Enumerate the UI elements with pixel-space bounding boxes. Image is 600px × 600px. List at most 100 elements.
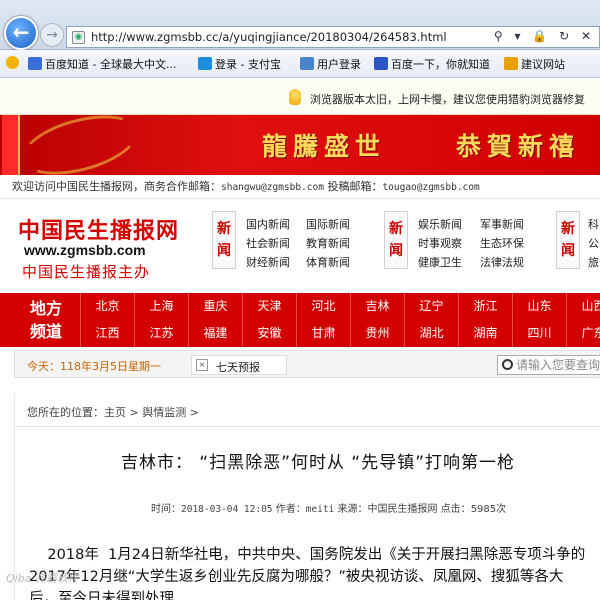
paw-icon [374, 57, 388, 70]
favorites-bar: 百度知道 - 全球最大中文... 登录 - 支付宝 用户登录 百度一下，你就知道… [0, 50, 600, 78]
site-logo-url[interactable]: www.zgmsbb.com [24, 242, 146, 258]
favorite-item-alipay[interactable]: 登录 - 支付宝 [198, 56, 281, 72]
article-source: 中国民生播报网 [367, 504, 438, 515]
region-link[interactable]: 重庆 [188, 293, 242, 320]
news-link[interactable]: 社会新闻 [246, 234, 290, 253]
news-link[interactable]: 时事观察 [418, 234, 462, 253]
region-link[interactable]: 浙江 [458, 293, 512, 320]
news-tag-1: 新闻 [212, 211, 236, 269]
breadcrumb-category[interactable]: 舆情监测 [142, 406, 186, 419]
region-link[interactable]: 湖北 [404, 320, 458, 347]
news-tag-2: 新闻 [384, 211, 408, 269]
news-col-2a: 娱乐新闻 时事观察 健康卫生 [418, 215, 462, 272]
region-link[interactable]: 吉林 [350, 293, 404, 320]
article-clicks: 5985次 [470, 504, 507, 515]
region-link[interactable]: 山东 [512, 293, 566, 320]
region-link[interactable]: 辽宁 [404, 293, 458, 320]
address-url[interactable]: http://www.zgmsbb.cc/a/yuqingjiance/2018… [91, 30, 447, 44]
arrow-right-icon: → [46, 27, 58, 43]
favorite-item-suggested-sites[interactable]: 建议网站 [504, 56, 565, 72]
region-link[interactable]: 甘肃 [296, 320, 350, 347]
favorite-item-baidu[interactable]: 百度一下，你就知道 [374, 56, 490, 72]
news-link[interactable]: 国内新闻 [246, 215, 290, 234]
divider [15, 426, 600, 427]
region-link[interactable]: 上海 [134, 293, 188, 320]
today-date: 今天：118年3月5日星期一 [27, 360, 161, 373]
region-link[interactable]: 北京 [80, 293, 134, 320]
article-author: meiti [305, 504, 335, 515]
news-link[interactable]: 公 [588, 234, 599, 253]
news-link[interactable]: 旅 [588, 253, 599, 272]
business-email[interactable]: shangwu@zgmsbb.com [221, 182, 324, 193]
suggested-sites-icon [504, 57, 518, 70]
forward-button[interactable]: → [40, 23, 64, 47]
browser-notice-bar: 浏览器版本太旧，上网卡慢，建议您使用猎豹浏览器修复 [0, 79, 600, 115]
festival-banner: 龍騰盛世 恭賀新禧 [0, 115, 600, 175]
news-link[interactable]: 科 [588, 215, 599, 234]
news-tag-3: 新闻 [556, 211, 580, 269]
region-channel-nav: 地方 频道 北京 上海 重庆 天津 河北 吉林 辽宁 浙江 山东 山西江西 江苏 福建 安徽 甘肃 贵州 湖北… [0, 293, 600, 347]
news-link[interactable]: 财经新闻 [246, 253, 290, 272]
favorite-item-login[interactable]: 用户登录 [300, 56, 361, 72]
site-header: 中国民生播报网 www.zgmsbb.com 中国民生播报主办 新闻 国内新闻 … [0, 199, 600, 291]
weather-forecast-link[interactable]: × 七天预报 [191, 355, 287, 375]
region-link[interactable]: 贵州 [350, 320, 404, 347]
region-link[interactable]: 湖南 [458, 320, 512, 347]
dragon-decoration [15, 115, 145, 175]
news-link[interactable]: 军事新闻 [480, 215, 524, 234]
news-link[interactable]: 生态环保 [480, 234, 524, 253]
submit-label: 投稿邮箱： [323, 180, 383, 193]
search-icon [502, 359, 513, 370]
article-paragraph-line: 2017年12月继“大学生返乡创业先反腐为哪般？”被央视访谈、凤凰网、搜狐等各大 [29, 569, 564, 585]
site-favicon-icon: ◉ [72, 31, 85, 44]
submit-email[interactable]: tougao@zgmsbb.com [382, 182, 479, 193]
weather-icon: × [196, 359, 208, 371]
region-link[interactable]: 福建 [188, 320, 242, 347]
watermark: Qiba 齐霸软件 [6, 572, 79, 585]
date-bar: 今天：118年3月5日星期一 × 七天预报 [14, 350, 600, 378]
breadcrumb: 您所在的位置：主页 > 舆情监测 > [27, 406, 199, 419]
site-search[interactable] [497, 355, 600, 375]
search-input[interactable] [516, 357, 600, 373]
page-icon [300, 57, 314, 70]
arrow-left-icon: ← [12, 20, 30, 44]
banner-text-right: 恭賀新禧 [456, 132, 581, 161]
breadcrumb-home[interactable]: 主页 [104, 406, 126, 419]
region-link[interactable]: 安徽 [242, 320, 296, 347]
article-body: 2018年 1月24日新华社电，中共中央、国务院发出《关于开展扫黑除恶专项斗争的… [29, 544, 600, 600]
news-link[interactable]: 娱乐新闻 [418, 215, 462, 234]
article-container: 您所在的位置：主页 > 舆情监测 > 吉林市： “扫黑除恶”何时从 “先导镇”打… [14, 394, 600, 600]
region-link[interactable]: 四川 [512, 320, 566, 347]
site-logo-title[interactable]: 中国民生播报网 [18, 213, 179, 245]
news-link[interactable]: 教育新闻 [306, 234, 350, 253]
site-logo-subtitle: 中国民生播报主办 [22, 263, 151, 281]
favorite-item-baidu-zhidao[interactable]: 百度知道 - 全球最大中文... [28, 56, 176, 72]
news-link[interactable]: 体育新闻 [306, 253, 350, 272]
lightbulb-icon [289, 89, 301, 105]
back-button[interactable]: ← [4, 16, 38, 50]
article-time: 2018-03-04 12:05 [181, 504, 273, 515]
region-link[interactable]: 山西 [566, 293, 600, 320]
article-paragraph-line: 后，至今日未得到处理 [29, 591, 174, 600]
region-link[interactable]: 河北 [296, 293, 350, 320]
address-bar[interactable]: ◉ http://www.zgmsbb.cc/a/yuqingjiance/20… [66, 26, 600, 48]
favorites-star-icon[interactable] [6, 56, 22, 70]
news-col-1b: 国际新闻 教育新闻 体育新闻 [306, 215, 350, 272]
news-col-2b: 军事新闻 生态环保 法律法规 [480, 215, 524, 272]
browser-address-bar-row: ← → ◉ http://www.zgmsbb.cc/a/yuqingjianc… [0, 0, 600, 50]
region-link[interactable]: 江苏 [134, 320, 188, 347]
browser-notice-text[interactable]: 浏览器版本太旧，上网卡慢，建议您使用猎豹浏览器修复 [310, 91, 585, 107]
region-link[interactable]: 江西 [80, 320, 134, 347]
news-link[interactable]: 国际新闻 [306, 215, 350, 234]
region-link[interactable]: 广东 [566, 320, 600, 347]
news-link[interactable]: 健康卫生 [418, 253, 462, 272]
region-nav-label: 地方 频道 [29, 299, 62, 341]
news-link[interactable]: 法律法规 [480, 253, 524, 272]
article-title: 吉林市： “扫黑除恶”何时从 “先导镇”打响第一枪 [121, 453, 516, 473]
article-paragraph-line: 2018年 1月24日新华社电，中共中央、国务院发出《关于开展扫黑除恶专项斗争的 [29, 547, 586, 563]
address-tools-icons[interactable]: ⚲ ▾ 🔒 ↻ ✕ [494, 29, 595, 43]
paw-icon [28, 57, 42, 70]
welcome-text: 欢迎访问中国民生播报网，商务合作邮箱： [12, 180, 221, 193]
region-link[interactable]: 天津 [242, 293, 296, 320]
weather-label: 七天预报 [216, 361, 260, 374]
